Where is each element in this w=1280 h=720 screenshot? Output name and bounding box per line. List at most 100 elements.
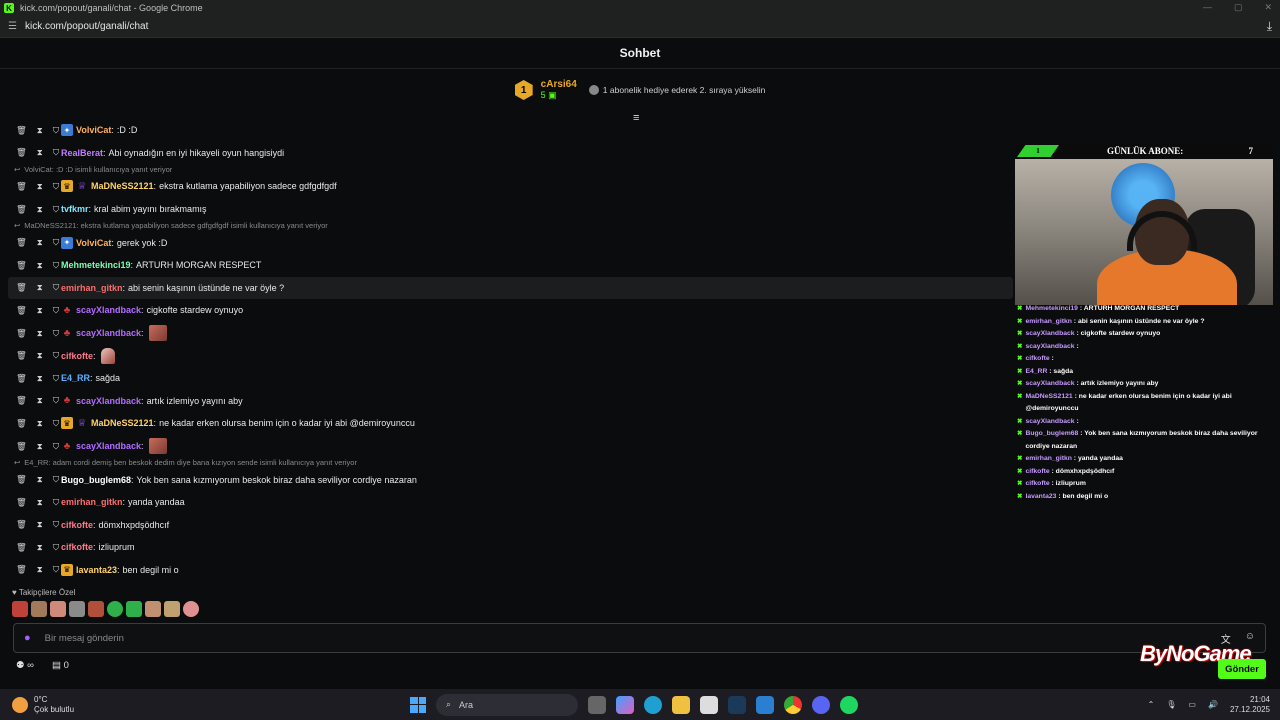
points-icon[interactable]: ⚉ ∞ xyxy=(16,660,34,671)
mod-actions[interactable]: 🗑 ⧗ ⛉ xyxy=(16,282,61,293)
ban-shield-icon[interactable]: ⛉ xyxy=(53,474,59,485)
timeout-icon[interactable]: ⧗ xyxy=(37,441,43,452)
top-gifter-name[interactable]: cArsi64 xyxy=(541,79,577,90)
store-icon[interactable] xyxy=(700,695,718,714)
ban-shield-icon[interactable]: ⛉ xyxy=(53,305,59,316)
delete-icon[interactable]: 🗑 xyxy=(16,282,27,293)
timeout-icon[interactable]: ⧗ xyxy=(37,125,43,136)
ban-shield-icon[interactable]: ⛉ xyxy=(53,350,59,361)
chat-message[interactable]: 🗑 ⧗ ⛉ RealBerat: Abi oynadığın en iyi hikaye… xyxy=(8,142,1013,165)
taskbar-search[interactable]: ⌕ Ara xyxy=(436,693,578,716)
chat-message[interactable]: 🗑 ⧗ ⛉ ♣ scayXlandback: xyxy=(8,435,1013,458)
mod-actions[interactable]: 🗑 ⧗ ⛉ xyxy=(16,497,61,508)
chat-username[interactable]: scayXlandback xyxy=(76,396,141,406)
mod-actions[interactable]: 🗑 ⧗ ⛉ xyxy=(16,237,61,248)
timeout-icon[interactable]: ⧗ xyxy=(37,260,43,271)
tray-chevron-icon[interactable]: ⌃ xyxy=(1148,700,1155,709)
chat-username[interactable]: emirhan_gitkn xyxy=(61,283,123,293)
emote-icon[interactable] xyxy=(148,325,167,342)
mod-actions[interactable]: 🗑 ⧗ ⛉ xyxy=(16,204,61,215)
delete-icon[interactable]: 🗑 xyxy=(16,204,27,215)
volume-icon[interactable]: 🔊 xyxy=(1208,700,1218,709)
mod-actions[interactable]: 🗑 ⧗ ⛉ xyxy=(16,564,61,575)
timeout-icon[interactable]: ⧗ xyxy=(37,237,43,248)
mod-actions[interactable]: 🗑 ⧗ ⛉ xyxy=(16,474,61,485)
top-gifter-banner[interactable]: 1 cArsi64 5 ▣ 1 abonelik hediye ederek 2… xyxy=(0,70,1280,110)
timeout-icon[interactable]: ⧗ xyxy=(37,418,43,429)
ban-shield-icon[interactable]: ⛉ xyxy=(53,237,59,248)
window-controls[interactable]: — ▢ ✕ xyxy=(1203,2,1272,13)
gift-box[interactable]: ▤ 0 xyxy=(52,660,69,671)
microphone-icon[interactable]: ● xyxy=(24,632,31,644)
delete-icon[interactable]: 🗑 xyxy=(16,350,27,361)
chat-message[interactable]: 🗑 ⧗ ⛉ ✦ VolviCat::D :D xyxy=(8,119,1013,142)
windows-start-icon[interactable] xyxy=(410,696,426,713)
delete-icon[interactable]: 🗑 xyxy=(16,395,27,406)
timeout-icon[interactable]: ⧗ xyxy=(37,519,43,530)
mod-actions[interactable]: 🗑 ⧗ ⛉ xyxy=(16,350,61,361)
chat-message[interactable]: 🗑 ⧗ ⛉ cifkofte: dömxhxpdşödhcıf xyxy=(8,514,1013,537)
mod-actions[interactable]: 🗑 ⧗ ⛉ xyxy=(16,147,61,158)
chat-message[interactable]: 🗑 ⧗ ⛉ ♣ scayXlandback: cigkofte stardew oynuy… xyxy=(8,299,1013,322)
send-button[interactable]: Gönder xyxy=(1218,659,1266,679)
emote-icon[interactable] xyxy=(88,601,104,617)
timeout-icon[interactable]: ⧗ xyxy=(37,474,43,485)
system-tray[interactable]: ⌃ 🎙 ▭ 🔊 21:04 27.12.2025 xyxy=(1148,695,1270,715)
network-icon[interactable]: ▭ xyxy=(1188,700,1196,709)
chat-username[interactable]: Mehmetekinci19 xyxy=(61,260,131,270)
mod-actions[interactable]: 🗑 ⧗ ⛉ xyxy=(16,542,61,553)
ban-shield-icon[interactable]: ⛉ xyxy=(53,395,59,406)
chat-username[interactable]: emirhan_gitkn xyxy=(61,497,123,507)
delete-icon[interactable]: 🗑 xyxy=(16,474,27,485)
timeout-icon[interactable]: ⧗ xyxy=(37,282,43,293)
delete-icon[interactable]: 🗑 xyxy=(16,497,27,508)
delete-icon[interactable]: 🗑 xyxy=(16,147,27,158)
emote-icon[interactable] xyxy=(126,601,142,617)
chat-username[interactable]: tvfkmr xyxy=(61,204,89,214)
timeout-icon[interactable]: ⧗ xyxy=(37,204,43,215)
emote-icon[interactable] xyxy=(183,601,199,617)
maximize-icon[interactable]: ▢ xyxy=(1234,2,1243,13)
copilot-icon[interactable] xyxy=(616,695,634,714)
ban-shield-icon[interactable]: ⛉ xyxy=(53,181,59,192)
timeout-icon[interactable]: ⧗ xyxy=(37,542,43,553)
mod-actions[interactable]: 🗑 ⧗ ⛉ xyxy=(16,125,61,136)
task-view-icon[interactable] xyxy=(588,695,606,714)
ban-shield-icon[interactable]: ⛉ xyxy=(53,497,59,508)
emote-icon[interactable] xyxy=(145,601,161,617)
close-icon[interactable]: ✕ xyxy=(1264,2,1272,13)
chat-username[interactable]: scayXlandback xyxy=(76,328,141,338)
chat-message[interactable]: 🗑 ⧗ ⛉ ✦ VolviCat: gerek yok :D xyxy=(8,231,1013,254)
mod-actions[interactable]: 🗑 ⧗ ⛉ xyxy=(16,519,61,530)
ban-shield-icon[interactable]: ⛉ xyxy=(53,328,59,339)
emote-icon[interactable] xyxy=(164,601,180,617)
mod-actions[interactable]: 🗑 ⧗ ⛉ xyxy=(16,395,61,406)
taskbar-apps[interactable]: ⌕ Ara xyxy=(410,693,858,716)
address-bar[interactable]: ☰ kick.com/popout/ganali/chat ⤓ xyxy=(0,16,1280,38)
reply-context[interactable]: ↩ MaDNeSS2121: ekstra kutlama yapabiliyon… xyxy=(8,220,1013,231)
chat-message[interactable]: 🗑 ⧗ ⛉ ♛ ♕ MaDNeSS2121: ekstra kutlama yapabili… xyxy=(8,175,1013,198)
reply-context[interactable]: ↩ E4_RR: adam cordi demiş ben beskok dedi… xyxy=(8,457,1013,468)
delete-icon[interactable]: 🗑 xyxy=(16,519,27,530)
chat-username[interactable]: RealBerat xyxy=(61,148,103,158)
delete-icon[interactable]: 🗑 xyxy=(16,125,27,136)
spotify-icon[interactable] xyxy=(840,695,858,714)
timeout-icon[interactable]: ⧗ xyxy=(37,147,43,158)
chat-username[interactable]: E4_RR xyxy=(61,373,90,383)
delete-icon[interactable]: 🗑 xyxy=(16,260,27,271)
chat-message-list[interactable]: 🗑 ⧗ ⛉ ✦ VolviCat::D :D 🗑 ⧗ ⛉ RealBerat: Abi oynad… xyxy=(8,119,1013,581)
chat-message[interactable]: 🗑 ⧗ ⛉ emirhan_gitkn: abi senin kaşının üstün… xyxy=(8,276,1013,300)
chat-username[interactable]: VolviCat xyxy=(76,125,111,135)
delete-icon[interactable]: 🗑 xyxy=(16,237,27,248)
minimize-icon[interactable]: — xyxy=(1203,2,1212,13)
delete-icon[interactable]: 🗑 xyxy=(16,328,27,339)
site-settings-icon[interactable]: ☰ xyxy=(8,21,17,32)
delete-icon[interactable]: 🗑 xyxy=(16,441,27,452)
ban-shield-icon[interactable]: ⛉ xyxy=(53,282,59,293)
weather-widget[interactable]: 0°C Çok bulutlu xyxy=(12,695,74,715)
chat-message[interactable]: 🗑 ⧗ ⛉ ♣ scayXlandback: xyxy=(8,322,1013,345)
chat-message[interactable]: 🗑 ⧗ ⛉ cifkofte: xyxy=(8,344,1013,367)
chat-username[interactable]: VolviCat xyxy=(76,238,111,248)
chat-message[interactable]: 🗑 ⧗ ⛉ cifkofte: izliuprum xyxy=(8,536,1013,559)
chat-message[interactable]: 🗑 ⧗ ⛉ emirhan_gitkn: yanda yandaa xyxy=(8,491,1013,514)
